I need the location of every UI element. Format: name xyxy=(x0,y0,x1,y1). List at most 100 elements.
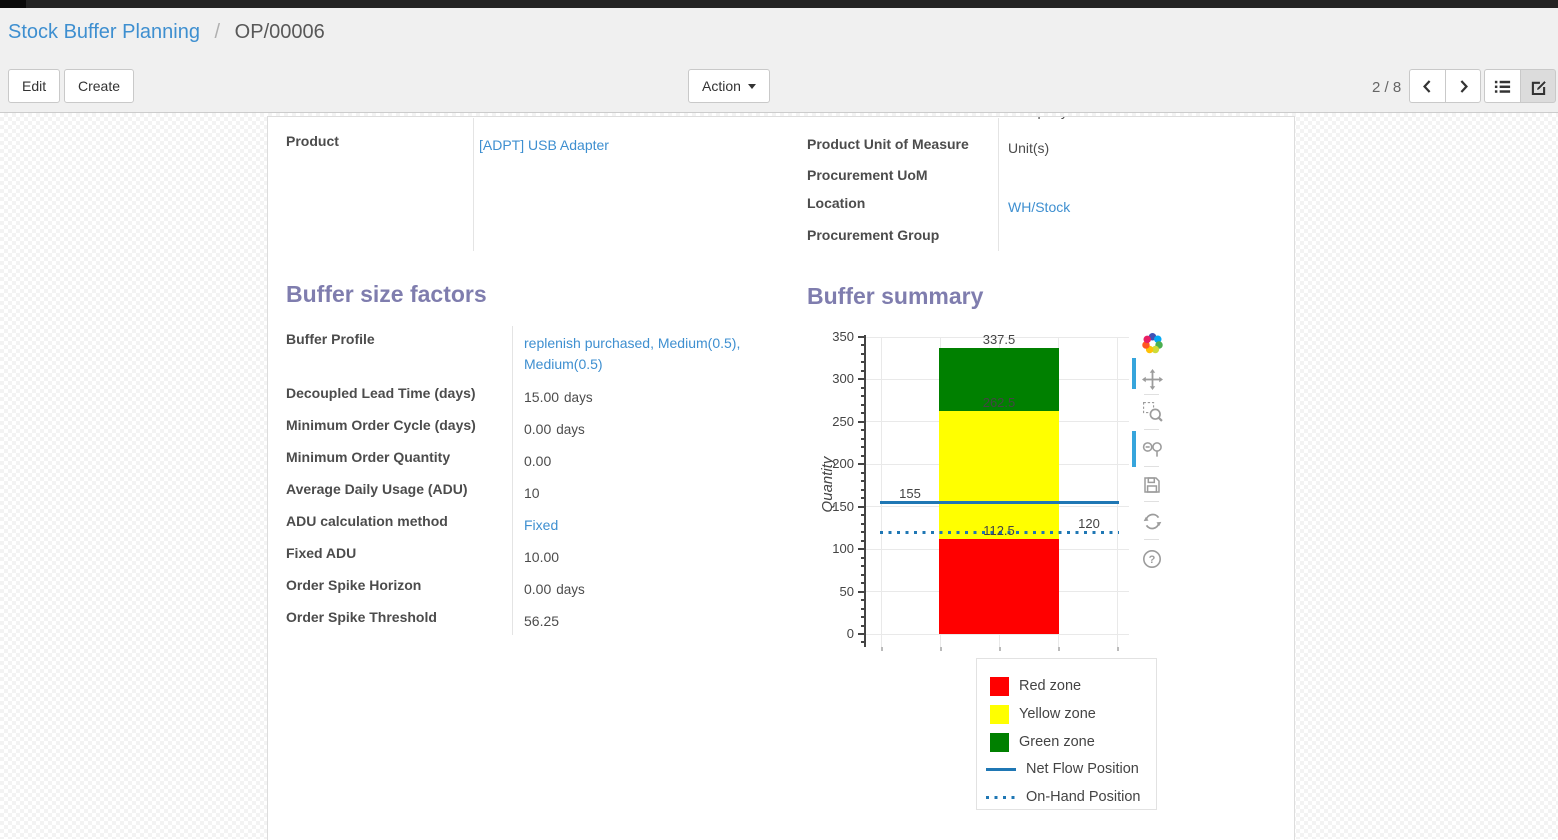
pager-count: 2 / 8 xyxy=(1372,79,1401,96)
field-value-link[interactable]: replenish purchased, Medium(0.5), Medium… xyxy=(524,333,776,375)
field-label: Fixed ADU xyxy=(286,545,508,561)
x-gridline xyxy=(881,337,882,647)
zoom-in-out-icon[interactable] xyxy=(1140,437,1164,461)
field-unit-label: days xyxy=(556,422,585,437)
top-clipped-value: Company xyxy=(1008,117,1228,121)
pager-next-button[interactable] xyxy=(1445,69,1481,103)
y-tick-label: 300 xyxy=(802,371,854,386)
chart-value-label: 337.5 xyxy=(983,332,1016,347)
modebar-active-indicator xyxy=(1132,358,1136,389)
modebar-divider xyxy=(1144,429,1159,430)
field-label: Minimum Order Cycle (days) xyxy=(286,417,508,433)
field-value: Unit(s) xyxy=(1008,138,1278,159)
control-panel: Stock Buffer Planning / OP/00006 Edit Cr… xyxy=(0,8,1558,113)
form-view-background: Company Product [ADPT] USB Adapter Produc… xyxy=(0,113,1558,839)
breadcrumb-parent-link[interactable]: Stock Buffer Planning xyxy=(8,21,200,43)
modebar-divider xyxy=(1144,539,1159,540)
breadcrumb: Stock Buffer Planning / OP/00006 xyxy=(8,21,325,44)
field-label: Buffer Profile xyxy=(286,331,508,347)
pan-icon[interactable] xyxy=(1140,367,1164,391)
y-tick-label: 250 xyxy=(802,414,854,429)
edit-button[interactable]: Edit xyxy=(8,69,60,103)
zoom-icon[interactable] xyxy=(1140,399,1164,423)
field-value-text: 56.25 xyxy=(524,613,559,629)
legend-item[interactable]: Red zone xyxy=(986,676,1081,696)
x-minor-tick xyxy=(1058,647,1060,651)
field-label: Procurement UoM xyxy=(807,167,993,183)
reset-icon[interactable] xyxy=(1140,509,1164,533)
field-value: 56.25 xyxy=(524,611,776,632)
field-value-link[interactable]: WH/Stock xyxy=(1008,197,1278,218)
field-label: Product xyxy=(286,133,466,149)
modebar-divider xyxy=(1144,466,1159,467)
legend-swatch-square xyxy=(990,677,1009,696)
y-tick-label: 0 xyxy=(802,626,854,641)
y-tick-label: 150 xyxy=(802,499,854,514)
field-value-text: 0.00 xyxy=(524,453,551,469)
field-value-link[interactable]: Fixed xyxy=(524,515,776,536)
field-value-link[interactable]: [ADPT] USB Adapter xyxy=(479,135,734,156)
buffer-summary-title: Buffer summary xyxy=(807,283,983,310)
field-value: 0.00days xyxy=(524,579,776,600)
chevron-left-icon xyxy=(1419,78,1436,95)
y-tick-label: 350 xyxy=(802,329,854,344)
form-view-icon xyxy=(1529,77,1548,96)
chevron-right-icon xyxy=(1455,78,1472,95)
action-label: Action xyxy=(702,78,741,94)
field-value-text: 15.00 xyxy=(524,389,559,405)
y-tick-label: 200 xyxy=(802,456,854,471)
form-sheet: Company Product [ADPT] USB Adapter Produc… xyxy=(267,116,1295,840)
create-button[interactable]: Create xyxy=(64,69,134,103)
x-minor-tick xyxy=(999,647,1001,651)
field-value: 10 xyxy=(524,483,776,504)
field-value: 0.00 xyxy=(524,451,776,472)
field-label: Order Spike Horizon xyxy=(286,577,508,593)
field-label: Location xyxy=(807,195,993,211)
field-label: Decoupled Lead Time (days) xyxy=(286,385,508,401)
legend-label: Red zone xyxy=(1019,678,1081,694)
group-divider xyxy=(998,118,999,251)
x-gridline xyxy=(1117,337,1118,647)
field-label: Minimum Order Quantity xyxy=(286,449,508,465)
field-value: 10.00 xyxy=(524,547,776,568)
pager-previous-button[interactable] xyxy=(1409,69,1445,103)
x-minor-tick xyxy=(881,647,883,651)
action-dropdown-button[interactable]: Action xyxy=(688,69,770,103)
legend-item[interactable]: Net Flow Position xyxy=(986,759,1139,779)
field-value-text: WH/Stock xyxy=(1008,199,1070,215)
field-label: Procurement Group xyxy=(807,227,993,243)
zone-bar-red-zone xyxy=(939,539,1059,634)
plotly-logo-icon[interactable] xyxy=(1140,331,1164,355)
legend-swatch-dots xyxy=(986,796,1016,799)
legend-label: Green zone xyxy=(1019,734,1095,750)
legend-item[interactable]: Green zone xyxy=(986,732,1095,752)
field-value-text: Fixed xyxy=(524,517,558,533)
legend-label: Yellow zone xyxy=(1019,706,1096,722)
field-label: Product Unit of Measure xyxy=(807,136,993,152)
top-navbar xyxy=(0,0,1558,8)
buffer-size-factors-title: Buffer size factors xyxy=(286,281,487,308)
list-view-button[interactable] xyxy=(1484,69,1520,103)
field-value-text: 10 xyxy=(524,485,540,501)
legend-label: Net Flow Position xyxy=(1026,761,1139,777)
legend-swatch-square xyxy=(990,705,1009,724)
list-view-icon xyxy=(1493,77,1512,96)
legend-item[interactable]: On-Hand Position xyxy=(986,787,1140,807)
chart-legend: Red zone Yellow zone Green zone Net Flow Po… xyxy=(976,658,1157,810)
form-view-button[interactable] xyxy=(1520,69,1556,103)
chart-value-label: 262.5 xyxy=(983,395,1016,410)
field-label: Order Spike Threshold xyxy=(286,609,508,625)
modebar-active-indicator xyxy=(1132,431,1136,467)
y-tick-label: 50 xyxy=(802,584,854,599)
field-value-text: replenish purchased, Medium(0.5), Medium… xyxy=(524,335,740,372)
field-unit-label: days xyxy=(556,582,585,597)
modebar-divider xyxy=(1144,501,1159,502)
group-divider xyxy=(473,118,474,251)
save-icon[interactable] xyxy=(1140,473,1164,497)
chart-value-label: 155 xyxy=(899,486,921,501)
x-minor-tick xyxy=(940,647,942,651)
legend-item[interactable]: Yellow zone xyxy=(986,704,1096,724)
help-icon[interactable]: ? xyxy=(1140,547,1164,571)
x-minor-tick xyxy=(1117,647,1119,651)
legend-swatch-square xyxy=(990,733,1009,752)
